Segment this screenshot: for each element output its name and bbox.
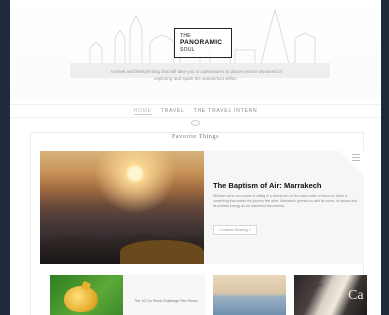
book-cover-text: Ca [348,288,364,303]
section-title: Favorite Things [10,125,381,143]
post-card [123,275,205,315]
logo-line-3: SOUL [180,47,195,53]
featured-post-title[interactable]: The Baptism of Air: Marrakech [213,181,322,190]
main-nav: HOME TRAVEL THE TRAVEL INTERN [10,104,381,118]
featured-post-excerpt: Whether we're on a plane or sitting in a… [213,194,357,208]
piggy-bank-image [64,286,98,312]
nav-item-home[interactable]: HOME [133,108,152,115]
site-tagline: A travel and lifestyle blog that will ta… [110,69,282,81]
post-card-title[interactable]: The 1/2 Go Pinch Challenge Part Seven [134,299,200,304]
site-header: THE PANORAMIC SOUL A travel and lifestyl… [10,0,381,98]
blog-page: THE PANORAMIC SOUL A travel and lifestyl… [10,0,381,315]
site-logo[interactable]: THE PANORAMIC SOUL [174,28,232,58]
menu-icon[interactable] [352,154,360,163]
logo-line-2: PANORAMIC [180,39,223,46]
continue-reading-button[interactable]: Continue Reading » [213,225,257,235]
post-thumbnail-beach[interactable] [213,275,286,315]
featured-image-foreground [120,240,204,264]
nav-item-travel-intern[interactable]: THE TRAVEL INTERN [194,108,258,114]
nav-item-travel[interactable]: TRAVEL [161,108,185,114]
section-title-text: Favorite Things [165,134,226,140]
